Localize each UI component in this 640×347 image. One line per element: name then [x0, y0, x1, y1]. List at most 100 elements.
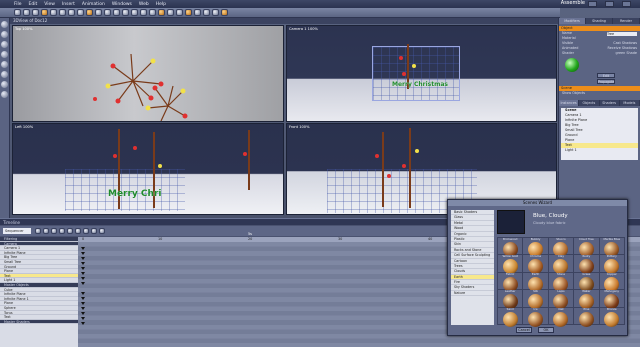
- name-field[interactable]: Tree: [607, 31, 637, 36]
- swatch-tile[interactable]: Cloud Tree: [574, 238, 599, 257]
- scene-option[interactable]: Show Objects: [559, 91, 640, 96]
- swatch-tile[interactable]: Clay: [548, 255, 574, 275]
- record-icon[interactable]: [83, 228, 89, 234]
- render-icon[interactable]: [41, 9, 48, 16]
- category-item[interactable]: Cell Surface Sculpting: [451, 253, 494, 259]
- dialog-title[interactable]: Scenes Wizard: [448, 200, 627, 206]
- snap-icon[interactable]: [212, 9, 219, 16]
- cone-icon[interactable]: [131, 9, 138, 16]
- sequencer-select[interactable]: Sequencer: [3, 228, 31, 234]
- swatch-tile[interactable]: Pottery: [599, 255, 624, 275]
- menu-edit[interactable]: Edit: [29, 2, 38, 7]
- menu-insert[interactable]: Insert: [62, 2, 75, 7]
- tab-objects[interactable]: Objects: [579, 100, 600, 106]
- tab-instances[interactable]: Instances: [559, 100, 580, 106]
- swatch-tile[interactable]: Bubbly: [523, 238, 548, 257]
- light-icon[interactable]: [86, 9, 93, 16]
- menu-help[interactable]: Help: [156, 2, 166, 7]
- move-icon[interactable]: [59, 9, 66, 16]
- swatch-tile[interactable]: Lapis: [548, 290, 574, 310]
- tab-models[interactable]: Models: [620, 100, 640, 106]
- tab-modifiers[interactable]: Modifiers: [559, 18, 586, 24]
- swatch-tile[interactable]: Ice: [523, 307, 548, 327]
- swatch-tile[interactable]: Earth: [523, 272, 548, 292]
- swatch-tile[interactable]: Oak: [548, 307, 574, 327]
- group-icon[interactable]: [194, 9, 201, 16]
- keyframe-icon[interactable]: [81, 262, 85, 265]
- keyframe-icon[interactable]: [81, 322, 85, 325]
- swatch-tile[interactable]: Water: [574, 290, 599, 310]
- camera-icon[interactable]: [95, 9, 102, 16]
- pan-icon[interactable]: [1, 21, 8, 28]
- material-icon[interactable]: [221, 9, 228, 16]
- keyframe-icon[interactable]: [81, 257, 85, 260]
- swatch-tile[interactable]: Rusty: [574, 255, 599, 275]
- swatch-tile[interactable]: Stone: [548, 272, 574, 292]
- tab-shading[interactable]: Shading: [586, 18, 613, 24]
- shader-value[interactable]: green Shade: [616, 51, 638, 56]
- keyframe-icon[interactable]: [81, 312, 85, 315]
- time-marker[interactable]: 5s: [248, 232, 252, 236]
- menu-web[interactable]: Web: [139, 2, 149, 7]
- menu-animation[interactable]: Animation: [82, 2, 105, 7]
- tree-icon[interactable]: [176, 9, 183, 16]
- zoom-icon[interactable]: [1, 31, 8, 38]
- forward-icon[interactable]: [59, 228, 65, 234]
- play-icon[interactable]: [43, 228, 49, 234]
- keyframe-icon[interactable]: [81, 292, 85, 295]
- frame-icon[interactable]: [1, 51, 8, 58]
- sky-icon[interactable]: [185, 9, 192, 16]
- text-icon[interactable]: [158, 9, 165, 16]
- align-icon[interactable]: [203, 9, 210, 16]
- keyframe-icon[interactable]: [81, 297, 85, 300]
- swatch-tile[interactable]: Fabric: [498, 272, 523, 292]
- swatch-tile[interactable]: Marble Blue: [599, 238, 624, 257]
- orbit-icon[interactable]: [1, 41, 8, 48]
- viewport-camera[interactable]: Camera 1 100% Merry Christmas: [286, 25, 557, 122]
- terrain-icon[interactable]: [167, 9, 174, 16]
- category-item[interactable]: Nature: [451, 291, 494, 297]
- swatch-tile[interactable]: Silk: [523, 290, 548, 310]
- shaded-icon[interactable]: [1, 71, 8, 78]
- save-icon[interactable]: [32, 9, 39, 16]
- swatch-tile[interactable]: Sand: [498, 307, 523, 327]
- zoom-out-icon[interactable]: [99, 228, 105, 234]
- swatch-tile[interactable]: Chrome: [523, 255, 548, 275]
- swatch-tile[interactable]: Grass: [574, 272, 599, 292]
- stop-icon[interactable]: [51, 228, 57, 234]
- swatch-tile[interactable]: Copper: [599, 272, 624, 292]
- shader-preview-sphere[interactable]: [565, 58, 579, 72]
- scene-item[interactable]: Light 1: [561, 148, 638, 153]
- keyframe-icon[interactable]: [81, 272, 85, 275]
- rotate-icon[interactable]: [68, 9, 75, 16]
- menu-view[interactable]: View: [44, 2, 55, 7]
- select-icon[interactable]: [50, 9, 57, 16]
- menu-file[interactable]: File: [14, 2, 22, 7]
- tab-render[interactable]: Render: [613, 18, 640, 24]
- keyframe-icon[interactable]: [81, 302, 85, 305]
- textured-icon[interactable]: [1, 81, 8, 88]
- swatch-tile[interactable]: Pine: [574, 307, 599, 327]
- zoom-in-icon[interactable]: [91, 228, 97, 234]
- cylinder-icon[interactable]: [122, 9, 129, 16]
- minimize-button[interactable]: [588, 1, 597, 7]
- keyframe-icon[interactable]: [81, 307, 85, 310]
- menu-windows[interactable]: Windows: [112, 2, 132, 7]
- keyframe-icon[interactable]: [81, 277, 85, 280]
- key-icon[interactable]: [75, 228, 81, 234]
- plane-icon[interactable]: [149, 9, 156, 16]
- keyframe-icon[interactable]: [81, 267, 85, 270]
- swatch-tile[interactable]: Leather: [498, 290, 523, 310]
- new-icon[interactable]: [14, 9, 21, 16]
- swatch-tile[interactable]: Yellow Gold: [498, 255, 523, 275]
- open-icon[interactable]: [23, 9, 30, 16]
- sphere-icon[interactable]: [113, 9, 120, 16]
- wireframe-icon[interactable]: [1, 61, 8, 68]
- loop-icon[interactable]: [67, 228, 73, 234]
- torus-icon[interactable]: [140, 9, 147, 16]
- keyframe-icon[interactable]: [81, 282, 85, 285]
- rewind-icon[interactable]: [35, 228, 41, 234]
- viewport-top[interactable]: Top 100%: [12, 25, 284, 122]
- swatch-tile[interactable]: Stucco: [548, 238, 574, 257]
- swatch-tile[interactable]: Mahogany: [599, 290, 624, 310]
